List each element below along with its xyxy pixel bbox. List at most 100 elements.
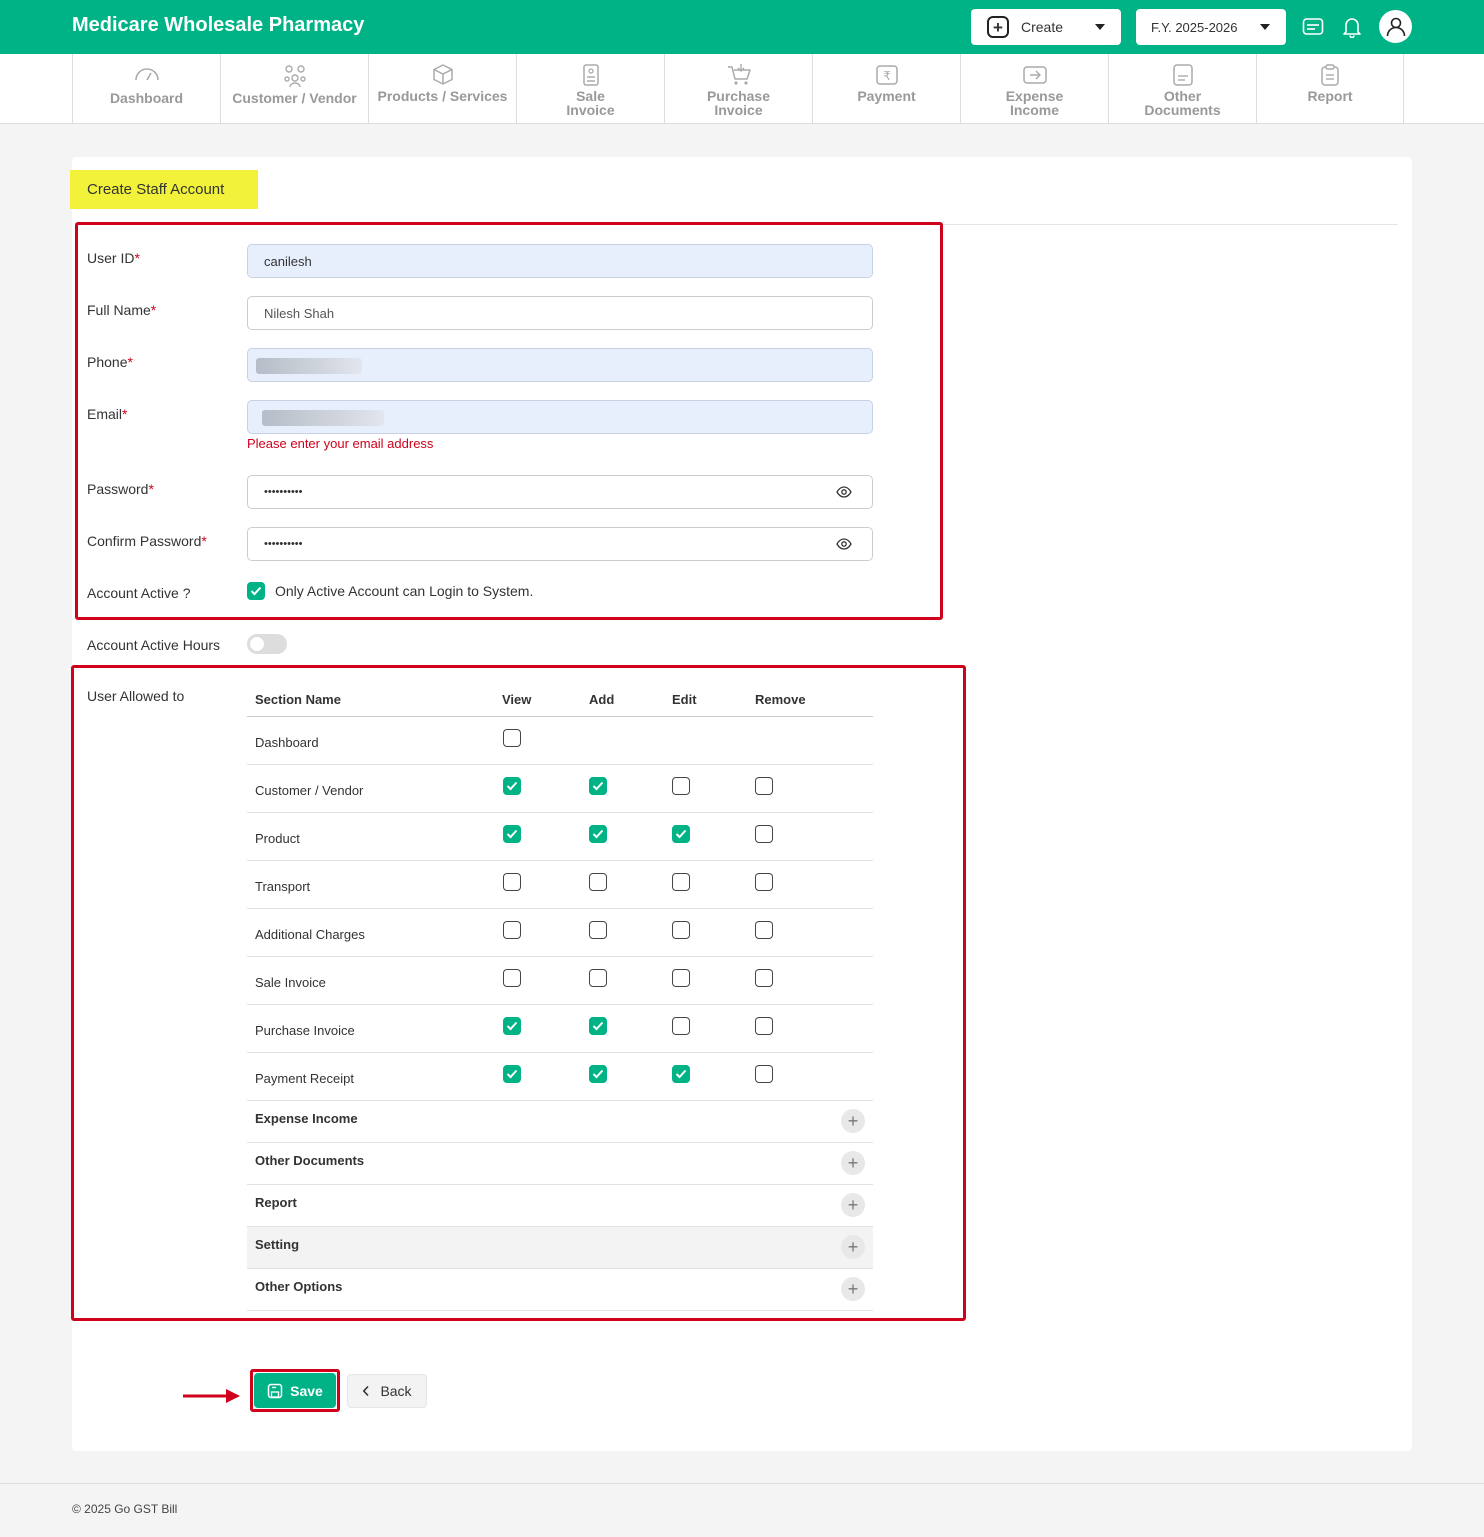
nav-label: Expense Income	[1005, 88, 1064, 118]
view-checkbox[interactable]	[503, 921, 521, 939]
header-remove: Remove	[755, 692, 806, 707]
nav-other-documents[interactable]: Other Documents	[1108, 54, 1256, 124]
permissions-table: Section Name View Add Edit Remove Dashbo…	[247, 682, 873, 1311]
caret-down-icon	[1260, 24, 1270, 30]
add-checkbox[interactable]	[589, 1017, 607, 1035]
eye-icon[interactable]	[836, 485, 852, 499]
add-checkbox[interactable]	[589, 1065, 607, 1083]
remove-checkbox[interactable]	[755, 873, 773, 891]
view-checkbox[interactable]	[503, 729, 521, 747]
table-row: Purchase Invoice	[247, 1005, 873, 1053]
edit-checkbox[interactable]	[672, 873, 690, 891]
active-hours-label: Account Active Hours	[87, 637, 221, 653]
active-hours-toggle[interactable]	[247, 634, 287, 654]
remove-checkbox[interactable]	[755, 1017, 773, 1035]
section-name: Product	[255, 831, 300, 846]
email-error-message: Please enter your email address	[247, 436, 434, 451]
email-input[interactable]	[247, 400, 873, 434]
nav-customer-vendor[interactable]: Customer / Vendor	[220, 54, 368, 124]
nav-purchase-invoice[interactable]: Purchase Invoice	[664, 54, 812, 124]
expand-plus-icon[interactable]: +	[841, 1235, 865, 1259]
view-checkbox[interactable]	[503, 1065, 521, 1083]
expand-plus-icon[interactable]: +	[841, 1109, 865, 1133]
add-checkbox[interactable]	[589, 777, 607, 795]
save-icon	[267, 1383, 283, 1398]
edit-checkbox[interactable]	[672, 777, 690, 795]
group-name: Other Documents	[255, 1153, 365, 1168]
phone-input[interactable]	[247, 348, 873, 382]
view-checkbox[interactable]	[503, 1017, 521, 1035]
password-input[interactable]: ••••••••••	[247, 475, 873, 509]
group-name: Other Options	[255, 1279, 343, 1294]
nav-report[interactable]: Report	[1256, 54, 1404, 124]
account-active-text: Only Active Account can Login to System.	[275, 583, 534, 599]
save-button[interactable]: Save	[254, 1373, 336, 1408]
add-checkbox[interactable]	[589, 921, 607, 939]
bell-icon[interactable]	[1339, 14, 1365, 40]
full-name-input[interactable]: Nilesh Shah	[247, 296, 873, 330]
back-button[interactable]: Back	[347, 1374, 427, 1408]
view-checkbox[interactable]	[503, 873, 521, 891]
add-checkbox[interactable]	[589, 825, 607, 843]
header-edit: Edit	[672, 692, 697, 707]
user-id-input[interactable]: canilesh	[247, 244, 873, 278]
email-label: Email*	[87, 406, 128, 422]
edit-checkbox[interactable]	[672, 1065, 690, 1083]
gauge-icon	[134, 68, 159, 81]
expand-plus-icon[interactable]: +	[841, 1193, 865, 1217]
remove-checkbox[interactable]	[755, 777, 773, 795]
password-label: Password*	[87, 481, 154, 497]
remove-checkbox[interactable]	[755, 1065, 773, 1083]
table-row: Product	[247, 813, 873, 861]
permission-group-row[interactable]: Report +	[247, 1185, 873, 1227]
view-checkbox[interactable]	[503, 777, 521, 795]
clipboard-icon	[1321, 64, 1339, 86]
eye-icon[interactable]	[836, 537, 852, 551]
expand-plus-icon[interactable]: +	[841, 1277, 865, 1301]
nav-label: Products / Services	[377, 88, 508, 104]
header-section-name: Section Name	[255, 692, 341, 707]
nav-payment[interactable]: ₹ Payment	[812, 54, 960, 124]
add-checkbox[interactable]	[589, 873, 607, 891]
chat-icon[interactable]	[1300, 14, 1326, 40]
account-active-checkbox[interactable]	[247, 582, 265, 600]
permission-group-row[interactable]: Other Documents +	[247, 1143, 873, 1185]
caret-down-icon	[1095, 24, 1105, 30]
account-active-row: Only Active Account can Login to System.	[247, 582, 533, 600]
view-checkbox[interactable]	[503, 969, 521, 987]
fiscal-year-label: F.Y. 2025-2026	[1151, 19, 1238, 35]
nav-products-services[interactable]: Products / Services	[368, 54, 516, 124]
remove-checkbox[interactable]	[755, 921, 773, 939]
edit-checkbox[interactable]	[672, 825, 690, 843]
cart-icon	[727, 64, 751, 85]
fiscal-year-dropdown[interactable]: F.Y. 2025-2026	[1136, 9, 1286, 45]
permission-group-row[interactable]: Setting +	[247, 1227, 873, 1269]
remove-checkbox[interactable]	[755, 969, 773, 987]
top-bar: Medicare Wholesale Pharmacy + Create F.Y…	[0, 0, 1484, 54]
nav-expense-income[interactable]: Expense Income	[960, 54, 1108, 124]
section-name: Transport	[255, 879, 311, 894]
nav-sale-invoice[interactable]: Sale Invoice	[516, 54, 664, 124]
confirm-password-input[interactable]: ••••••••••	[247, 527, 873, 561]
add-checkbox[interactable]	[589, 969, 607, 987]
permission-group-row[interactable]: Expense Income +	[247, 1101, 873, 1143]
edit-checkbox[interactable]	[672, 969, 690, 987]
edit-checkbox[interactable]	[672, 921, 690, 939]
nav-label: Report	[1307, 88, 1353, 104]
table-row: Payment Receipt	[247, 1053, 873, 1101]
group-name: Setting	[255, 1237, 300, 1252]
table-row: Customer / Vendor	[247, 765, 873, 813]
remove-checkbox[interactable]	[755, 825, 773, 843]
view-checkbox[interactable]	[503, 825, 521, 843]
expand-plus-icon[interactable]: +	[841, 1151, 865, 1175]
account-active-label: Account Active ?	[87, 585, 191, 601]
full-name-value: Nilesh Shah	[264, 305, 335, 321]
nav-label: Other Documents	[1144, 88, 1221, 118]
edit-checkbox[interactable]	[672, 1017, 690, 1035]
create-dropdown-button[interactable]: + Create	[971, 9, 1121, 45]
user-avatar-icon[interactable]	[1379, 10, 1412, 43]
nav-dashboard[interactable]: Dashboard	[72, 54, 220, 124]
permission-group-row[interactable]: Other Options +	[247, 1269, 873, 1311]
sale-invoice-icon	[582, 64, 599, 86]
user-allowed-label: User Allowed to	[87, 688, 185, 704]
